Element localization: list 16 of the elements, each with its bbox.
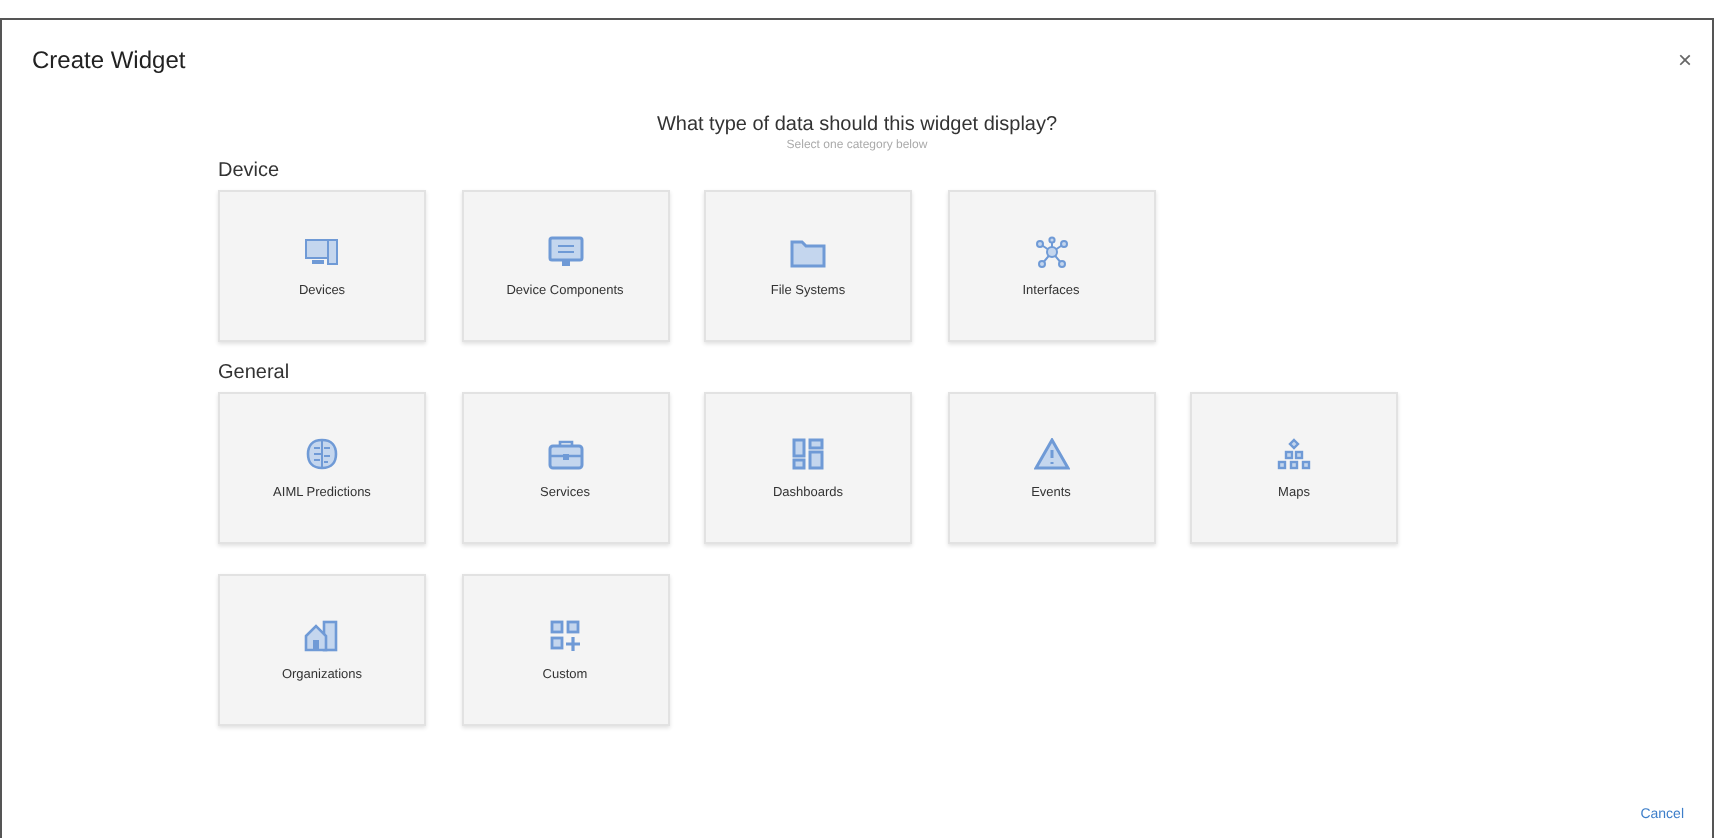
- dashboard-icon: [790, 437, 826, 469]
- monitor-icon: [547, 235, 583, 267]
- folder-icon: [790, 235, 826, 267]
- close-button[interactable]: ×: [1677, 46, 1692, 74]
- building-icon: [304, 619, 340, 651]
- hierarchy-icon: [1276, 437, 1312, 469]
- section-title: General: [218, 362, 292, 384]
- warning-icon: [1033, 437, 1069, 469]
- grid-plus-icon: [547, 619, 583, 651]
- network-icon: [1033, 235, 1069, 267]
- prompt-heading: What type of data should this widget display?: [656, 114, 1058, 136]
- dialog-title: Create Widget: [32, 46, 186, 74]
- section-title: Device: [218, 160, 282, 182]
- computer-icon: [304, 235, 340, 267]
- brain-icon: [304, 437, 340, 469]
- briefcase-icon: [547, 437, 583, 469]
